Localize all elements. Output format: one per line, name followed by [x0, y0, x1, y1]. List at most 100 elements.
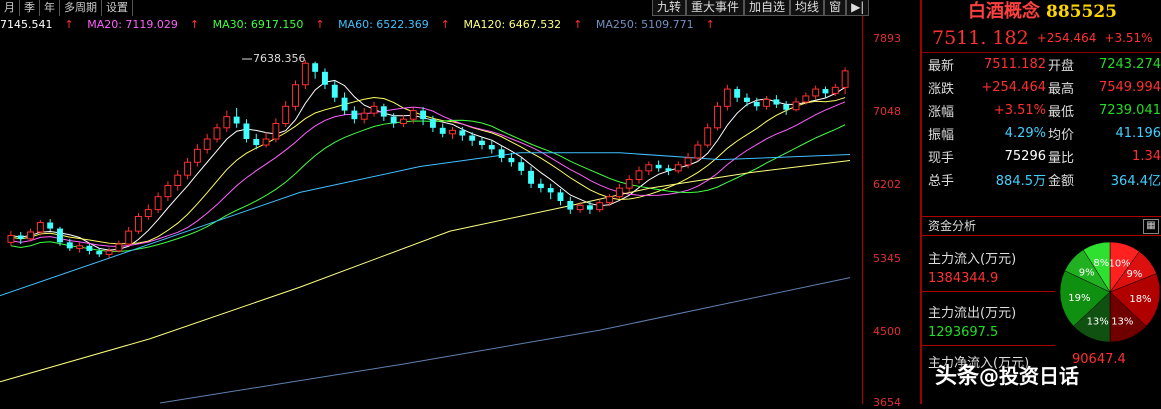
candle[interactable] — [400, 118, 407, 125]
candle[interactable] — [783, 104, 790, 110]
candle[interactable] — [115, 243, 123, 252]
candle[interactable] — [390, 116, 397, 124]
candle[interactable] — [508, 157, 515, 163]
candle[interactable] — [586, 205, 593, 210]
candle[interactable] — [429, 119, 436, 128]
candle[interactable] — [331, 84, 338, 98]
candle[interactable] — [57, 228, 63, 243]
candle[interactable] — [164, 184, 172, 198]
candle[interactable] — [7, 234, 15, 243]
toolbar-item-year[interactable]: 年 — [40, 0, 60, 16]
candle[interactable] — [459, 130, 466, 136]
candle[interactable] — [174, 174, 182, 186]
candle[interactable] — [812, 88, 820, 97]
candle[interactable] — [262, 138, 270, 146]
candle[interactable] — [341, 97, 348, 111]
candle[interactable] — [792, 101, 800, 111]
candle[interactable] — [420, 110, 427, 120]
candle[interactable] — [635, 170, 643, 180]
candle[interactable] — [233, 116, 240, 124]
candle[interactable] — [144, 209, 152, 217]
candle[interactable] — [439, 127, 446, 134]
fund-pie-chart[interactable]: 10%9%18%13%13%19%9%8% — [1058, 240, 1161, 344]
candle[interactable] — [96, 250, 103, 255]
candle[interactable] — [469, 135, 476, 141]
candle[interactable] — [243, 123, 250, 140]
candle[interactable] — [547, 188, 554, 193]
candle[interactable] — [841, 70, 849, 88]
candle[interactable] — [606, 196, 614, 204]
window-button[interactable]: 窗 — [824, 0, 847, 16]
candle[interactable] — [665, 168, 672, 171]
candle[interactable] — [66, 242, 73, 249]
major-events-button[interactable]: 重大事件 — [686, 0, 745, 16]
candle[interactable] — [193, 148, 201, 163]
candle[interactable] — [734, 89, 741, 98]
candle[interactable] — [655, 164, 662, 169]
candle[interactable] — [17, 235, 24, 239]
candle[interactable] — [86, 245, 93, 251]
candle[interactable] — [528, 170, 534, 184]
candle[interactable] — [831, 86, 839, 94]
candle[interactable] — [753, 101, 760, 107]
candle[interactable] — [370, 105, 378, 114]
candle[interactable] — [567, 200, 574, 210]
candle[interactable] — [125, 230, 133, 245]
candle[interactable] — [684, 157, 692, 166]
fund-analysis-header[interactable]: 资金分析 ▦ — [922, 216, 1161, 236]
moving-average-button[interactable]: 均线 — [790, 0, 825, 16]
candle[interactable] — [312, 63, 319, 72]
candle[interactable] — [76, 245, 84, 249]
candle[interactable] — [625, 178, 633, 189]
candle[interactable] — [596, 202, 604, 211]
candle[interactable] — [498, 149, 505, 158]
grid-icon[interactable]: ▦ — [1143, 219, 1159, 234]
candle[interactable] — [557, 192, 564, 201]
candle[interactable] — [714, 105, 721, 129]
candle[interactable] — [282, 105, 290, 125]
candle[interactable] — [537, 183, 544, 189]
candle[interactable] — [744, 97, 750, 102]
candle[interactable] — [322, 71, 328, 85]
candle[interactable] — [645, 164, 653, 172]
candle[interactable] — [223, 116, 231, 129]
candle[interactable] — [360, 112, 368, 120]
candle[interactable] — [253, 139, 260, 146]
candle[interactable] — [822, 89, 829, 94]
candle[interactable] — [301, 62, 309, 86]
nine-turn-button[interactable]: 九转 — [652, 0, 687, 16]
candle[interactable] — [27, 231, 34, 240]
candle[interactable] — [479, 140, 485, 146]
candle[interactable] — [674, 164, 682, 172]
candle[interactable] — [773, 99, 780, 105]
candle[interactable] — [154, 196, 162, 211]
candle[interactable] — [213, 127, 221, 140]
candle[interactable] — [704, 127, 712, 146]
play-end-icon[interactable]: ▶| — [846, 0, 870, 16]
candle[interactable] — [105, 250, 113, 255]
candle[interactable] — [723, 88, 731, 107]
add-watchlist-button[interactable]: 加自选 — [744, 0, 791, 16]
toolbar-item-quarter[interactable]: 季 — [20, 0, 40, 16]
candle[interactable] — [135, 215, 142, 232]
candle[interactable] — [518, 162, 525, 171]
candle[interactable] — [763, 98, 771, 107]
toolbar-item-multi-period[interactable]: 多周期 — [60, 0, 102, 16]
candle[interactable] — [802, 95, 810, 103]
candle[interactable] — [184, 161, 192, 176]
candle[interactable] — [449, 129, 456, 135]
kline-chart-area[interactable]: 月 季 年 多周期 设置 九转 重大事件 加自选 均线 窗 ▶| 7145.54… — [0, 0, 920, 409]
kline-chart[interactable] — [0, 0, 862, 404]
toolbar-item-month[interactable]: 月 — [0, 0, 20, 16]
candle[interactable] — [272, 123, 280, 140]
candle[interactable] — [292, 84, 299, 107]
candle[interactable] — [576, 204, 584, 211]
candle[interactable] — [694, 144, 702, 159]
candle[interactable] — [47, 222, 54, 229]
candle[interactable] — [409, 110, 417, 120]
candle[interactable] — [488, 145, 495, 150]
candle[interactable] — [203, 138, 211, 150]
toolbar-item-settings[interactable]: 设置 — [102, 0, 133, 16]
candle[interactable] — [36, 222, 44, 233]
candle[interactable] — [380, 106, 387, 117]
